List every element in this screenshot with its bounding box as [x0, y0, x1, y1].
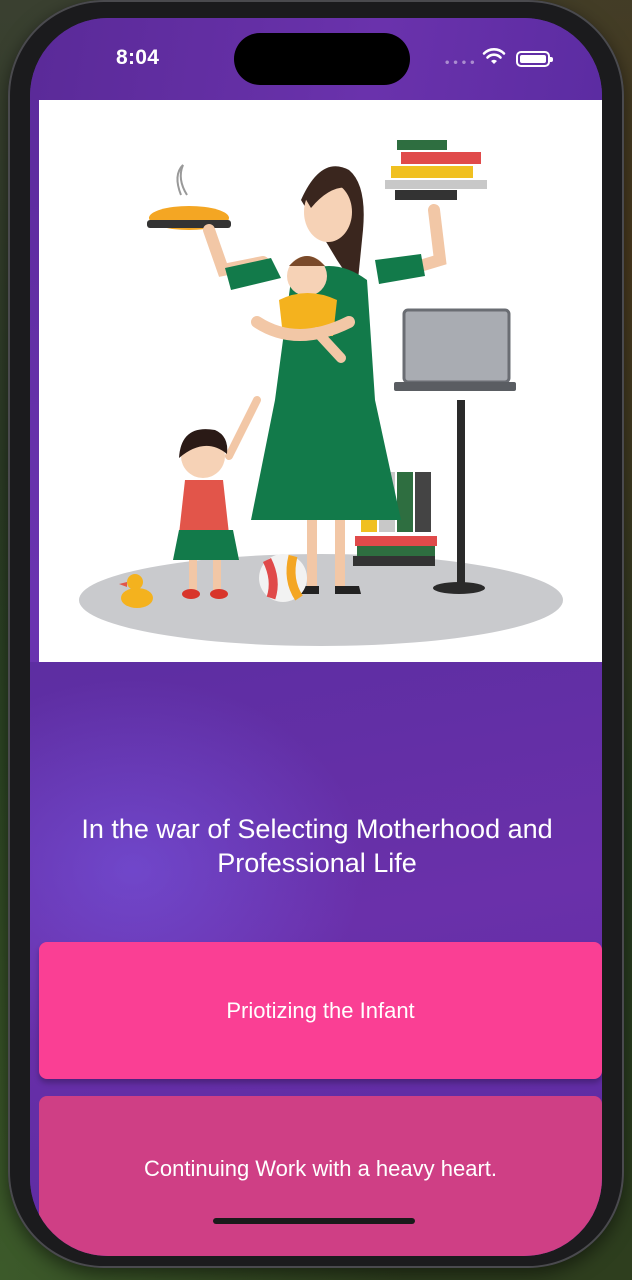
status-time: 8:04: [116, 46, 160, 69]
option-label: Priotizing the Infant: [226, 997, 415, 1023]
home-indicator[interactable]: [213, 1218, 415, 1224]
illustration-image: [39, 100, 602, 662]
option-label: Continuing Work with a heavy heart.: [144, 1156, 497, 1181]
status-bar: 8:04 ••••: [30, 18, 602, 100]
cellular-signal-icon: ••••: [444, 58, 478, 69]
question-text: In the war of Selecting Motherhood and P…: [81, 814, 553, 878]
app-screen: 8:04 •••• In the war of Selecting Mother…: [30, 18, 602, 1256]
option-button-prioritize-infant[interactable]: Priotizing the Infant: [39, 942, 602, 1079]
wifi-icon: [482, 48, 506, 64]
phone-frame: 8:04 •••• In the war of Selecting Mother…: [8, 0, 624, 1268]
battery-icon: [516, 51, 553, 67]
mother-multitasking-illustration: [79, 140, 563, 646]
option-button-continue-work[interactable]: Continuing Work with a heavy heart.: [39, 1096, 602, 1256]
dynamic-island: [234, 33, 410, 85]
